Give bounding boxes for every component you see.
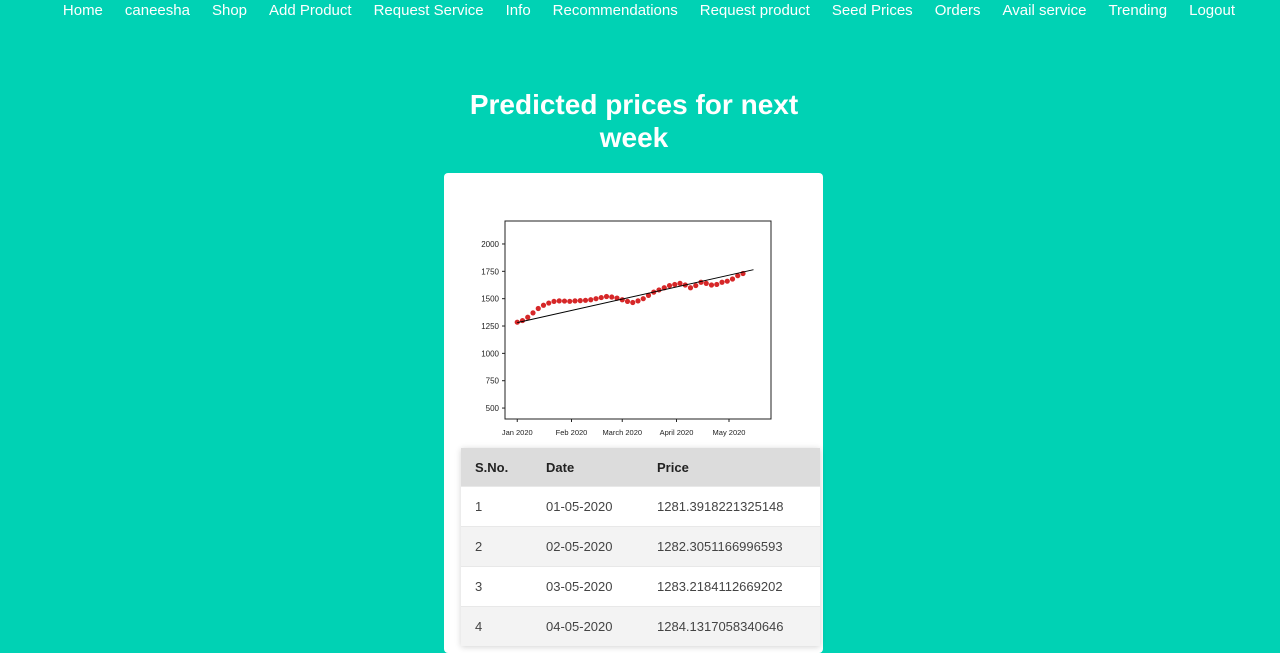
data-point [714, 281, 720, 288]
nav-item: Request product [689, 2, 821, 20]
header-sno: S.No. [475, 459, 509, 475]
data-point [577, 298, 583, 304]
cell-date: 03-05-2020 [532, 566, 643, 607]
top-navbar: Home caneesha Shop Add Product Request Servi… [0, 0, 1280, 24]
nav-item: Recommendations [542, 2, 689, 20]
y-tick-label: 1250 [481, 322, 499, 331]
data-point [708, 282, 715, 288]
cell-date: 02-05-2020 [532, 526, 643, 567]
cell-date: 01-05-2020 [532, 486, 643, 527]
data-point [540, 302, 547, 308]
cell-price: 1284.1317058340646 [643, 606, 820, 646]
x-tick-label: Feb 2020 [556, 428, 588, 437]
data-point [567, 298, 573, 304]
nav-link-orders[interactable]: Orders [924, 2, 992, 19]
nav-link-request-product[interactable]: Request product [689, 2, 821, 19]
plot-frame [504, 220, 772, 420]
data-point [603, 293, 610, 300]
nav-link-recommendations[interactable]: Recommendations [542, 2, 689, 19]
price-chart-svg: 500 750 1000 1250 1500 1750 2000 Jan 2020 Feb 20… [481, 220, 772, 437]
cell-sno: 4 [461, 606, 532, 646]
nav-link-avail-service[interactable]: Avail service [992, 2, 1098, 19]
x-tick-label: April 2020 [660, 428, 694, 437]
data-point [724, 278, 730, 284]
cell-date: 04-05-2020 [532, 606, 643, 646]
cell-price: 1281.3918221325148 [643, 486, 820, 527]
data-point [719, 279, 725, 285]
nav-item: Avail service [992, 2, 1098, 20]
nav-item: Logout [1178, 2, 1246, 20]
data-point [572, 298, 578, 304]
data-point [687, 285, 694, 291]
nav-link-logout[interactable]: Logout [1178, 2, 1246, 19]
cell-price: 1283.2184112669202 [643, 566, 820, 607]
data-point [551, 298, 557, 305]
data-point [588, 297, 594, 303]
nav-link-home[interactable]: Home [52, 2, 114, 19]
cell-sno: 2 [461, 526, 532, 567]
data-point [640, 296, 646, 302]
nav-item: Seed Prices [821, 2, 924, 20]
data-point [703, 280, 709, 286]
nav-link-shop[interactable]: Shop [201, 2, 258, 19]
y-tick-label: 1000 [481, 349, 499, 358]
y-tick-label: 2000 [481, 240, 499, 249]
nav-link-info[interactable]: Info [495, 2, 542, 19]
nav-link-request-service[interactable]: Request Service [363, 2, 495, 19]
header-date: Date [546, 459, 575, 475]
nav-link-trending[interactable]: Trending [1097, 2, 1178, 19]
data-point [525, 314, 531, 320]
data-point [666, 282, 673, 289]
price-chart: 500 750 1000 1250 1500 1750 2000 Jan 2020 Feb 20… [468, 193, 788, 443]
table-row: 4 04-05-2020 1284.1317058340646 [461, 606, 820, 646]
data-point [693, 282, 699, 289]
y-tick-label: 1750 [481, 267, 499, 276]
y-tick-label: 1500 [481, 295, 499, 304]
x-tick-label: March 2020 [602, 428, 642, 437]
y-tick-label: 500 [486, 404, 500, 413]
nav-item: Info [495, 2, 542, 20]
y-tick-label: 750 [486, 377, 500, 386]
data-point [672, 281, 678, 288]
cell-sno: 3 [461, 566, 532, 607]
data-point [530, 310, 536, 316]
nav-link-caneesha[interactable]: caneesha [114, 2, 201, 19]
price-table: S.No. Date Price 1 01-05-2020 1281.39182… [461, 448, 820, 646]
nav-link-seed-prices[interactable]: Seed Prices [821, 2, 924, 19]
nav-item: Request Service [363, 2, 495, 20]
table-header-row: S.No. Date Price [461, 448, 820, 487]
data-point [729, 276, 736, 282]
data-point [635, 298, 641, 304]
data-point [546, 300, 552, 306]
data-point [582, 297, 589, 303]
table-row: 1 01-05-2020 1281.3918221325148 [461, 486, 820, 527]
data-point [561, 298, 568, 304]
x-tick-label: May 2020 [713, 428, 746, 437]
data-point [609, 294, 615, 300]
data-point [593, 296, 599, 302]
nav-item: Orders [924, 2, 992, 20]
price-table-container: S.No. Date Price 1 01-05-2020 1281.39182… [461, 448, 820, 646]
data-point [630, 299, 636, 306]
data-point [624, 298, 631, 305]
cell-sno: 1 [461, 486, 532, 527]
nav-link-add-product[interactable]: Add Product [258, 2, 363, 19]
cell-price: 1282.3051166996593 [643, 526, 820, 567]
table-row: 3 03-05-2020 1283.2184112669202 [461, 566, 820, 607]
data-point [677, 280, 683, 286]
x-tick-label: Jan 2020 [502, 428, 533, 437]
header-price: Price [657, 459, 689, 475]
page-title: Predicted prices for next week [469, 89, 799, 153]
nav-list: Home caneesha Shop Add Product Request Servi… [52, 2, 1246, 20]
nav-item: Home [52, 2, 114, 20]
nav-item: Shop [201, 2, 258, 20]
nav-item: Add Product [258, 2, 363, 20]
data-point [598, 294, 604, 301]
data-point [535, 305, 541, 312]
nav-item: caneesha [114, 2, 201, 20]
nav-item: Trending [1097, 2, 1178, 20]
table-row: 2 02-05-2020 1282.3051166996593 [461, 526, 820, 567]
data-point [556, 298, 562, 304]
prediction-card: 500 750 1000 1250 1500 1750 2000 Jan 2020 Feb 20… [444, 173, 823, 653]
